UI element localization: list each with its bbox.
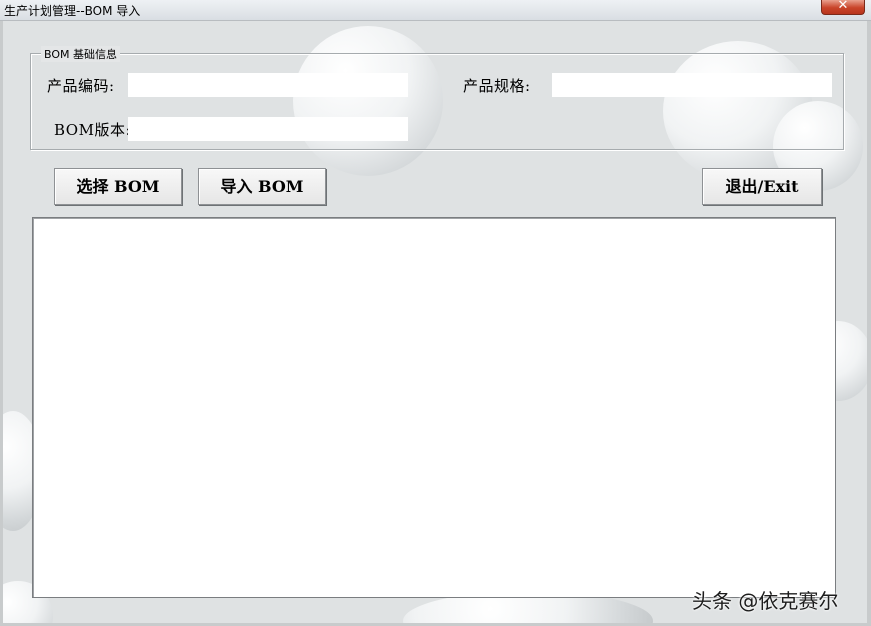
bom-version-input[interactable] bbox=[128, 117, 408, 141]
client-area: BOM 基础信息 产品编码: 产品规格: BOM版本: 选择 BOM 导入 BO… bbox=[3, 21, 867, 623]
group-legend: BOM 基础信息 bbox=[41, 46, 120, 62]
bom-version-label: BOM版本: bbox=[54, 121, 132, 139]
window-title: 生产计划管理--BOM 导入 bbox=[4, 4, 141, 18]
product-code-input[interactable] bbox=[128, 73, 408, 97]
app-window: 生产计划管理--BOM 导入 ✕ BOM 基础信息 产品编码: 产品规格: BO… bbox=[0, 0, 871, 626]
product-spec-input[interactable] bbox=[552, 73, 832, 97]
product-spec-label: 产品规格: bbox=[463, 77, 531, 95]
watermark-text: 头条 @依克赛尔 bbox=[692, 589, 839, 613]
bom-list-area[interactable] bbox=[32, 217, 836, 598]
close-icon[interactable]: ✕ bbox=[822, 0, 864, 13]
import-bom-button[interactable]: 导入 BOM bbox=[198, 168, 326, 205]
close-button[interactable]: ✕ bbox=[821, 0, 865, 15]
title-bar[interactable]: 生产计划管理--BOM 导入 ✕ bbox=[0, 0, 871, 21]
select-bom-button[interactable]: 选择 BOM bbox=[54, 168, 182, 205]
exit-button[interactable]: 退出/Exit bbox=[702, 168, 822, 205]
product-code-label: 产品编码: bbox=[47, 77, 115, 95]
